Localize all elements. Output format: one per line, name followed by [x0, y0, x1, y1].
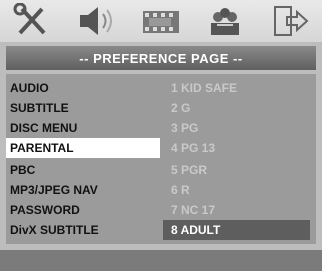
- top-toolbar: [0, 0, 322, 42]
- tools-icon[interactable]: [7, 2, 57, 40]
- option-g[interactable]: 2 G: [163, 98, 310, 118]
- option-adult[interactable]: 8 ADULT: [163, 220, 310, 240]
- menu-item-label: PBC: [10, 163, 36, 177]
- option-pg[interactable]: 3 PG: [163, 118, 310, 138]
- option-nc-17[interactable]: 7 NC 17: [163, 200, 310, 220]
- menu-item-disc-menu[interactable]: DISC MENU: [10, 118, 156, 138]
- menu-item-mp3-jpeg-nav[interactable]: MP3/JPEG NAV: [10, 180, 156, 200]
- exit-icon[interactable]: [265, 2, 315, 40]
- menu-item-subtitle[interactable]: SUBTITLE: [10, 98, 156, 118]
- option-label: 8 ADULT: [171, 223, 221, 237]
- menu-item-label: SUBTITLE: [10, 101, 69, 115]
- option-label: 2 G: [171, 101, 191, 115]
- menu-item-audio[interactable]: AUDIO: [10, 78, 156, 98]
- menu-item-label: DivX SUBTITLE: [10, 223, 99, 237]
- page-title-text: -- PREFERENCE PAGE --: [79, 50, 243, 66]
- menu-item-label: DISC MENU: [10, 121, 78, 135]
- menu-item-pbc[interactable]: PBC: [10, 160, 156, 180]
- bottom-bar: [0, 250, 322, 271]
- option-label: 5 PGR: [171, 163, 208, 177]
- menu-item-label: PARENTAL: [10, 141, 74, 155]
- film-icon[interactable]: [136, 2, 186, 40]
- option-kid-safe[interactable]: 1 KID SAFE: [163, 78, 310, 98]
- option-label: 6 R: [171, 183, 190, 197]
- option-pgr[interactable]: 5 PGR: [163, 160, 310, 180]
- preference-icon[interactable]: [200, 2, 250, 40]
- menu-item-parental[interactable]: PARENTAL: [6, 138, 160, 158]
- option-label: 4 PG 13: [171, 141, 216, 155]
- speaker-icon[interactable]: [72, 2, 122, 40]
- menu-item-label: AUDIO: [10, 81, 49, 95]
- menu-item-label: PASSWORD: [10, 203, 80, 217]
- option-label: 1 KID SAFE: [171, 81, 238, 95]
- page-title: -- PREFERENCE PAGE --: [6, 46, 316, 70]
- option-pg-13[interactable]: 4 PG 13: [163, 138, 310, 158]
- menu-item-password[interactable]: PASSWORD: [10, 200, 156, 220]
- option-label: 3 PG: [171, 121, 199, 135]
- option-label: 7 NC 17: [171, 203, 216, 217]
- menu-item-divx-subtitle[interactable]: DivX SUBTITLE: [10, 220, 156, 240]
- option-r[interactable]: 6 R: [163, 180, 310, 200]
- menu-item-label: MP3/JPEG NAV: [10, 183, 98, 197]
